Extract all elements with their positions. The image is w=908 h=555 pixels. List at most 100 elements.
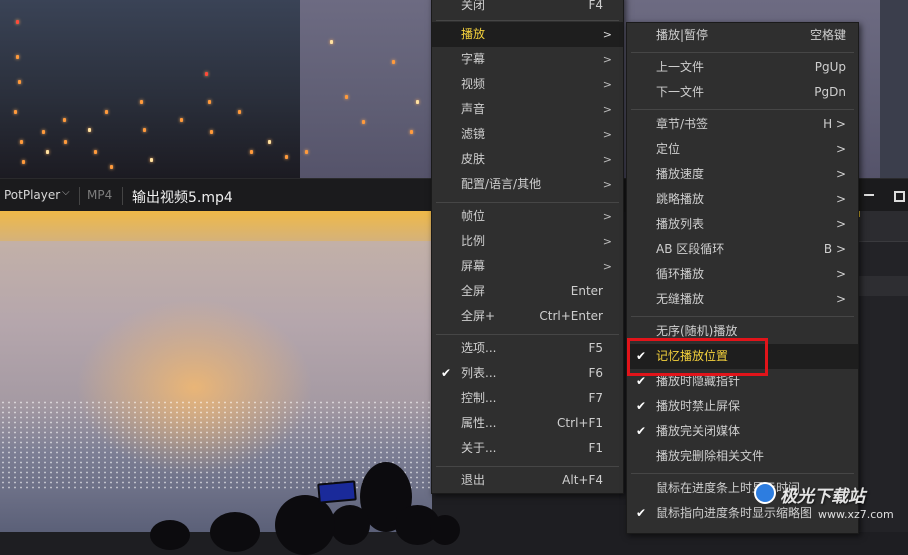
city-light (22, 160, 25, 164)
divider (122, 187, 123, 205)
menu-item[interactable]: 选项... F5 (432, 336, 623, 361)
menu-item-label: 无缝播放 (656, 292, 705, 306)
crowd-head (150, 520, 190, 550)
menu-item[interactable]: ✔ 列表... F6 (432, 361, 623, 386)
menu-item-shortcut: > (835, 167, 846, 181)
crowd-head (275, 495, 335, 555)
submenu-item[interactable]: 上一文件 PgUp (627, 55, 858, 80)
submenu-item[interactable]: 无缝播放 > (627, 287, 858, 312)
menu-item-shortcut: H > (823, 117, 846, 131)
menu-item-label: 定位 (656, 142, 681, 156)
playlist-panel-row[interactable] (856, 276, 908, 296)
menu-item-label: 选项... (461, 341, 497, 355)
menu-item-shortcut: B > (823, 242, 846, 256)
menu-item-label: 视频 (461, 77, 486, 91)
menu-item-label: 配置/语言/其他 (461, 177, 542, 191)
menu-item-label: 全屏+ (461, 309, 496, 323)
menu-item-shortcut: 空格键 (809, 28, 846, 42)
menu-item[interactable]: 控制... F7 (432, 386, 623, 411)
menu-separator (631, 316, 854, 317)
file-title: 输出视频5.mp4 (132, 190, 233, 206)
city-light (210, 130, 213, 134)
menu-item[interactable]: 屏幕 > (432, 254, 623, 279)
submenu-item[interactable]: 循环播放 > (627, 262, 858, 287)
menu-separator (631, 473, 854, 474)
menu-item-shortcut: > (835, 292, 846, 306)
annotation-highlight-box (627, 338, 768, 376)
submenu-item[interactable]: AB 区段循环 B > (627, 237, 858, 262)
menu-item-shortcut: F6 (588, 366, 603, 380)
background-strip (880, 0, 908, 178)
menu-item[interactable]: 关于... F1 (432, 436, 623, 461)
city-light (180, 118, 183, 122)
potplayer-menu-button[interactable]: PotPlayer (4, 188, 60, 202)
chevron-right-icon: > (602, 210, 612, 223)
submenu-item[interactable]: 下一文件 PgDn (627, 80, 858, 105)
submenu-item[interactable]: 播放速度 > (627, 162, 858, 187)
menu-item-label: 播放时禁止屏保 (656, 399, 741, 413)
chevron-right-icon: > (602, 260, 612, 273)
crowd-head (330, 505, 370, 545)
menu-item-label: 播放速度 (656, 167, 705, 181)
submenu-item[interactable]: 播放完删除相关文件 (627, 444, 858, 469)
chevron-right-icon: > (602, 235, 612, 248)
menu-item-shortcut: F4 (588, 0, 603, 12)
play-submenu: 播放|暂停 空格键 上一文件 PgUp 下一文件 PgDn 章节/书签 H > 定位 > 播放速度 >… (626, 22, 859, 534)
menu-item[interactable]: 配置/语言/其他 > (432, 172, 623, 197)
minimize-icon[interactable] (864, 188, 874, 196)
menu-item[interactable]: 帧位 > (432, 204, 623, 229)
menu-item-label: 上一文件 (656, 60, 705, 74)
file-format-label: MP4 (87, 188, 113, 202)
menu-item-label: 关于... (461, 441, 497, 455)
menu-item[interactable]: 字幕 > (432, 47, 623, 72)
menu-item[interactable]: 视频 > (432, 72, 623, 97)
city-light (14, 110, 17, 114)
menu-item-close[interactable]: 关闭 F4 (432, 0, 623, 18)
playlist-panel-header (856, 211, 908, 242)
menu-item[interactable]: 全屏 Enter (432, 279, 623, 304)
submenu-item[interactable]: 章节/书签 H > (627, 112, 858, 137)
menu-item-shortcut: F1 (588, 441, 603, 455)
menu-item[interactable]: 播放 > (432, 22, 623, 47)
menu-item[interactable]: 属性... Ctrl+F1 (432, 411, 623, 436)
submenu-item[interactable]: 播放列表 > (627, 212, 858, 237)
menu-item-shortcut: F7 (588, 391, 603, 405)
submenu-item[interactable]: ✔ 播放时禁止屏保 (627, 394, 858, 419)
menu-item[interactable]: 比例 > (432, 229, 623, 254)
city-light (42, 130, 45, 134)
city-light (208, 100, 211, 104)
chevron-down-icon[interactable]: ⌵ (62, 187, 70, 198)
menu-item-label: 屏幕 (461, 259, 486, 273)
city-light (268, 140, 271, 144)
chevron-right-icon: > (602, 128, 612, 141)
menu-item[interactable]: 皮肤 > (432, 147, 623, 172)
menu-item[interactable]: 全屏+ Ctrl+Enter (432, 304, 623, 329)
city-light (63, 118, 66, 122)
menu-item-shortcut: Ctrl+F1 (557, 416, 603, 430)
context-menu: 关闭 F4 播放 > 字幕 > 视频 > 声音 > 滤镜 > 皮肤 > 配置/语言/其他 > 帧位 > 比例 > 屏… (431, 0, 624, 494)
submenu-item[interactable]: 定位 > (627, 137, 858, 162)
menu-item-label: 控制... (461, 391, 497, 405)
menu-item-shortcut: > (835, 267, 846, 281)
menu-item-shortcut: Alt+F4 (562, 473, 603, 487)
menu-item[interactable]: 声音 > (432, 97, 623, 122)
submenu-item[interactable]: 跳略播放 > (627, 187, 858, 212)
city-light (46, 150, 49, 154)
menu-item[interactable]: 滤镜 > (432, 122, 623, 147)
city-light (410, 130, 413, 134)
maximize-icon[interactable] (894, 191, 905, 202)
menu-item-shortcut: > (835, 192, 846, 206)
submenu-item[interactable]: ✔ 播放完关闭媒体 (627, 419, 858, 444)
city-light (205, 72, 208, 76)
submenu-item[interactable]: 播放|暂停 空格键 (627, 23, 858, 48)
menu-item-label: 皮肤 (461, 152, 486, 166)
menu-item[interactable]: 退出 Alt+F4 (432, 468, 623, 493)
menu-item-label: 列表... (461, 366, 497, 380)
menu-item-shortcut: Enter (570, 284, 603, 298)
city-light (362, 120, 365, 124)
menu-item-label: 播放列表 (656, 217, 705, 231)
menu-item-label: 比例 (461, 234, 486, 248)
window-controls (856, 179, 908, 212)
menu-item-shortcut: PgUp (814, 60, 846, 74)
menu-separator (631, 52, 854, 53)
